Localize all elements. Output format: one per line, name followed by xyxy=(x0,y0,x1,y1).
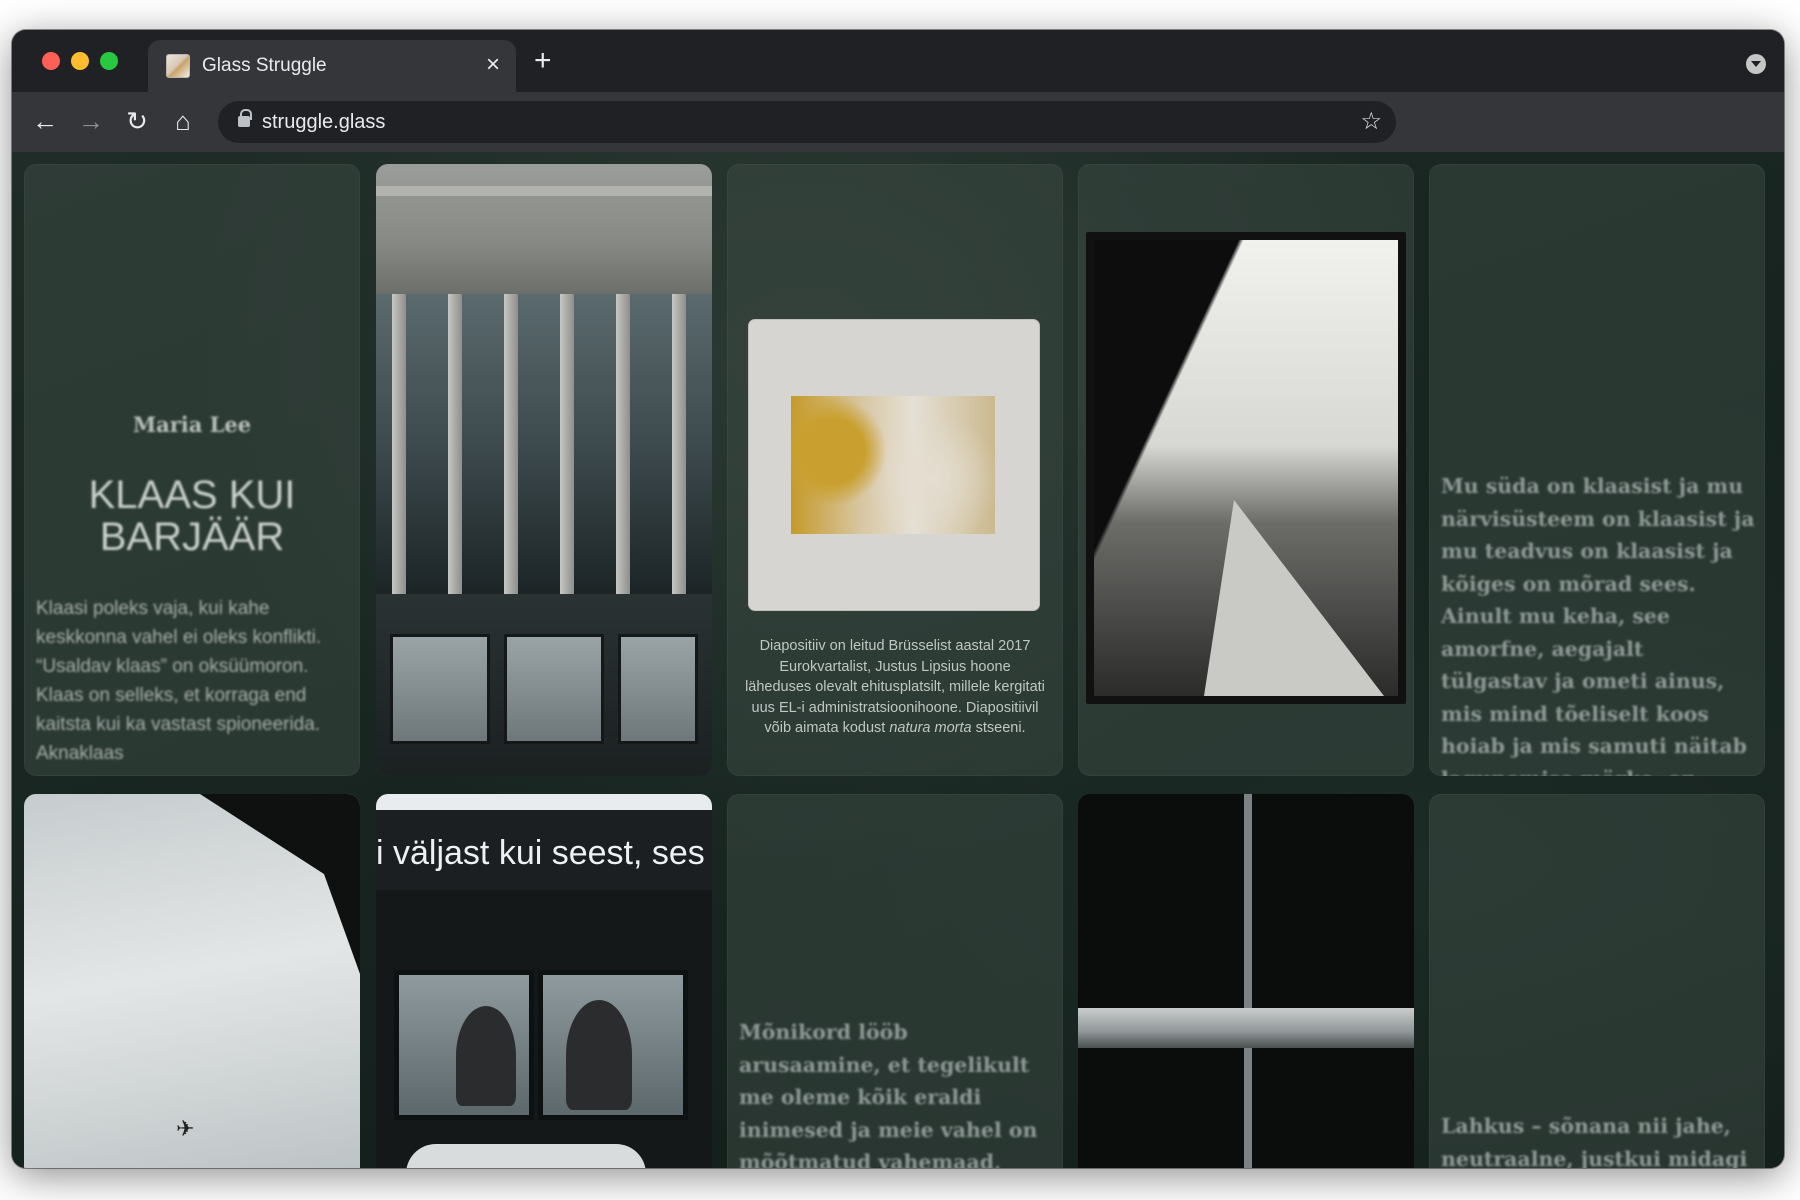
intro-text: Klaasi poleks vaja, kui kahe keskkonna v… xyxy=(36,598,322,764)
tab-title: Glass Struggle xyxy=(202,55,327,76)
poem-card-2[interactable]: Mõnikord lööb arusaamine, et tegelikult … xyxy=(727,794,1063,1168)
negative-photo-card[interactable] xyxy=(1078,164,1414,776)
browser-toolbar: ← → ↻ ⌂ struggle.glass ☆ xyxy=(12,92,1784,152)
browser-window: Glass Struggle × + ← → ↻ ⌂ struggle.glas… xyxy=(12,30,1784,1168)
maximize-window-button[interactable] xyxy=(100,52,118,70)
airplane-icon: ✈ xyxy=(176,1116,195,1141)
poem-text-1: Mu süda on klaasist ja mu närvisüsteem o… xyxy=(1441,474,1755,776)
tab-search-icon[interactable] xyxy=(1746,54,1766,74)
forward-icon[interactable]: → xyxy=(74,104,108,138)
sky-photo-card[interactable]: ✈ xyxy=(24,794,360,1168)
title-bar: Glass Struggle × + xyxy=(12,30,1784,92)
poem-text-3: Lahkus – sõnana nii jahe, neutraalne, ju… xyxy=(1441,1114,1748,1168)
poem-card-1[interactable]: Mu süda on klaasist ja mu närvisüsteem o… xyxy=(1429,164,1765,776)
minimize-window-button[interactable] xyxy=(71,52,89,70)
window-frame-card[interactable] xyxy=(1078,794,1414,1168)
slide-card[interactable]: Diapositiiv on leitud Brüsselist aastal … xyxy=(727,164,1063,776)
lock-icon[interactable] xyxy=(238,109,252,127)
close-window-button[interactable] xyxy=(42,52,60,70)
poem-card-3[interactable]: Lahkus – sõnana nii jahe, neutraalne, ju… xyxy=(1429,794,1765,1168)
reload-icon[interactable]: ↻ xyxy=(120,104,154,138)
bookmark-star-icon[interactable]: ☆ xyxy=(1360,107,1382,137)
slide-caption: Diapositiiv on leitud Brüsselist aastal … xyxy=(745,638,1045,736)
bus-photo: i väljast kui seest, ses xyxy=(376,794,712,1168)
back-icon[interactable]: ← xyxy=(28,104,62,138)
favicon-icon xyxy=(166,54,190,78)
window-frame-photo xyxy=(1078,794,1414,1168)
title-card[interactable]: Maria Lee KLAAS KUI BARJÄÄR Klaasi polek… xyxy=(24,164,360,776)
new-tab-button[interactable]: + xyxy=(534,46,552,76)
author-name: Maria Lee xyxy=(132,412,252,437)
page-content: Maria Lee KLAAS KUI BARJÄÄR Klaasi polek… xyxy=(12,152,1784,1168)
title-line-1: KLAAS KUI xyxy=(88,473,296,517)
url-text[interactable]: struggle.glass xyxy=(262,111,385,134)
tab-glass-struggle[interactable]: Glass Struggle × xyxy=(148,40,516,92)
poem-text-2: Mõnikord lööb arusaamine, et tegelikult … xyxy=(739,1020,1038,1168)
title-line-2: BARJÄÄR xyxy=(99,515,285,559)
page-title: KLAAS KUI BARJÄÄR xyxy=(24,474,360,558)
architecture-photo-card[interactable] xyxy=(376,164,712,776)
bus-photo-card[interactable]: i väljast kui seest, ses xyxy=(376,794,712,1168)
home-icon[interactable]: ⌂ xyxy=(166,104,200,138)
address-bar[interactable]: struggle.glass ☆ xyxy=(218,101,1396,143)
bus-banner-text: i väljast kui seest, ses xyxy=(376,834,705,872)
architecture-photo xyxy=(376,164,712,776)
negative-photo xyxy=(1086,232,1406,704)
slide-photo xyxy=(749,320,1039,610)
sky-photo: ✈ xyxy=(24,794,360,1168)
tab-close-icon[interactable]: × xyxy=(486,50,500,80)
